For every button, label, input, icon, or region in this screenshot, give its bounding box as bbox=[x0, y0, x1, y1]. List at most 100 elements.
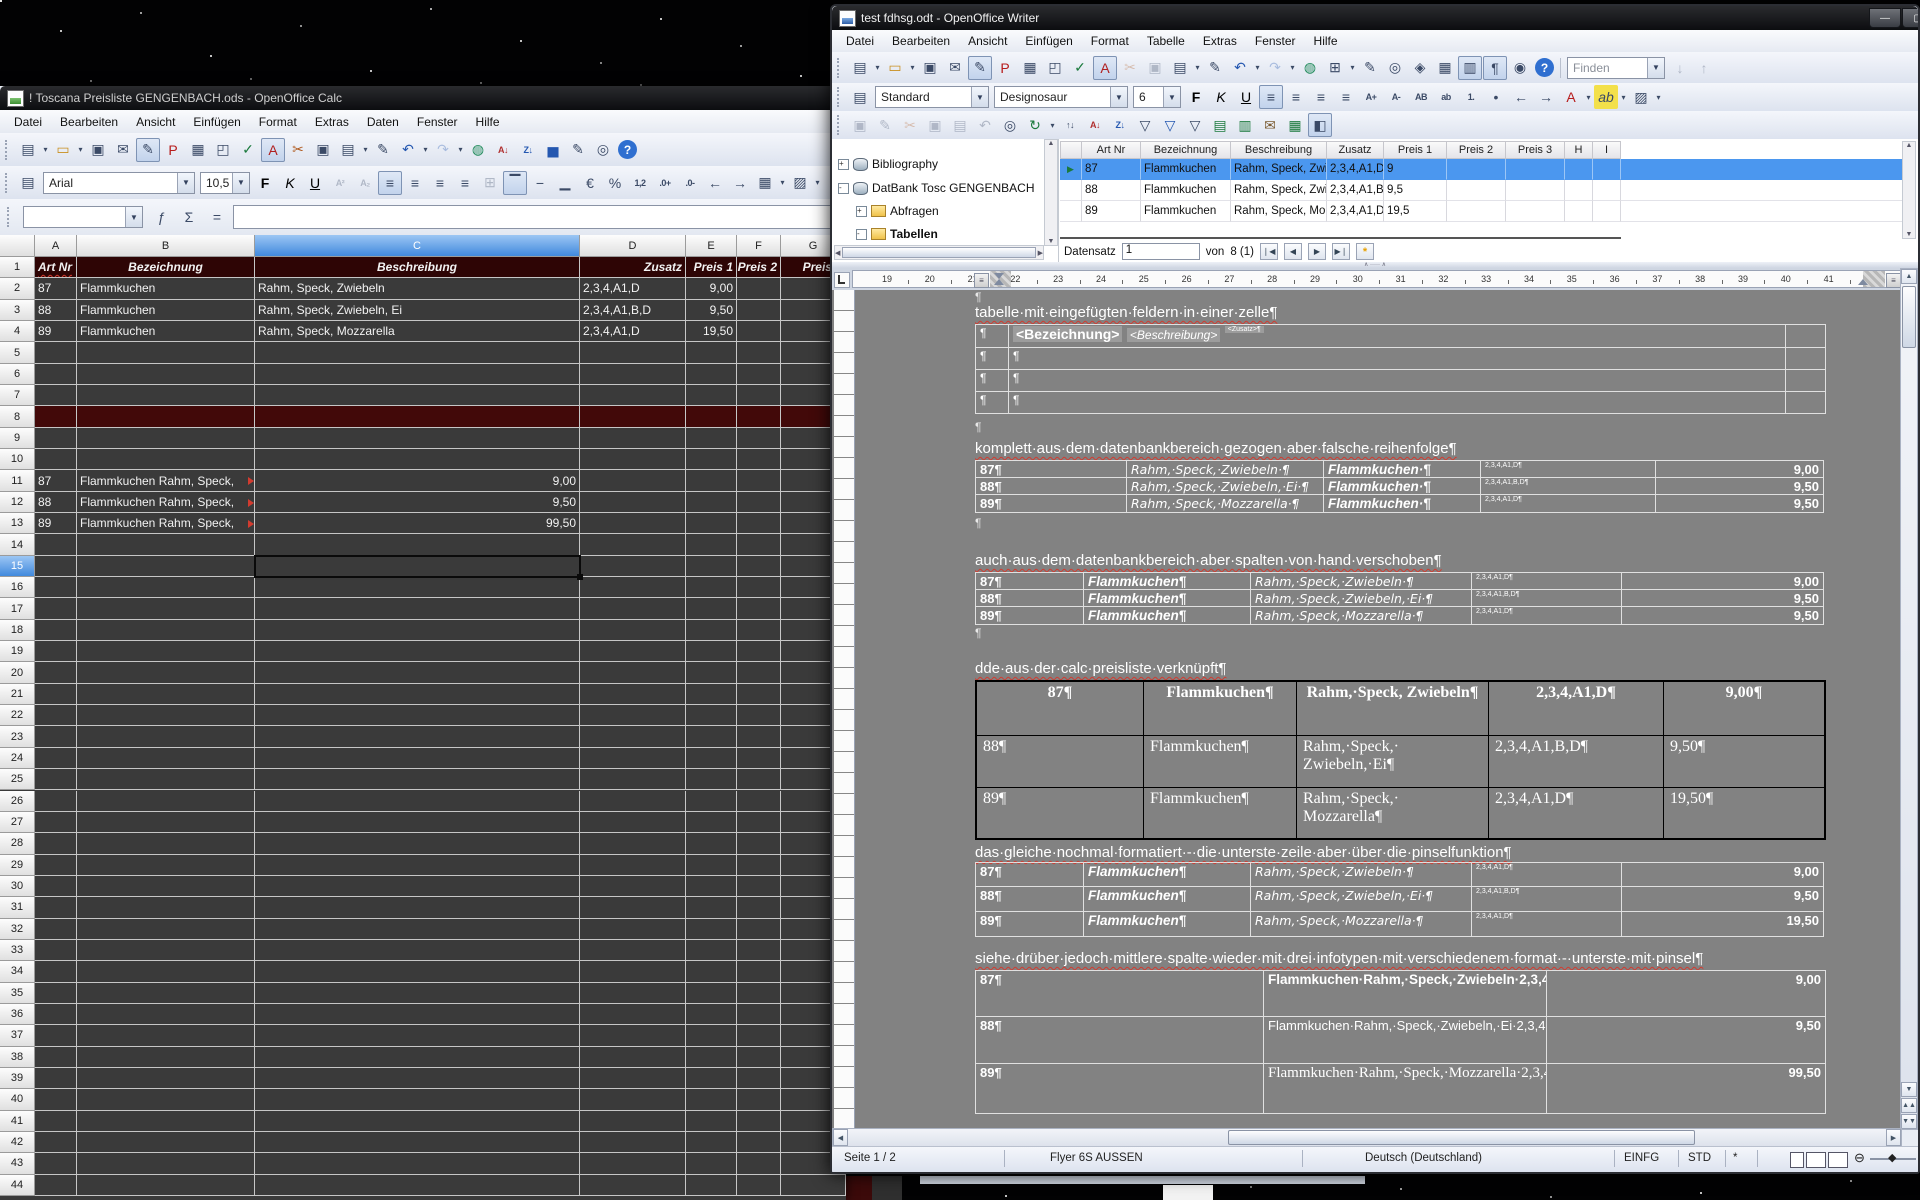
column-header-E[interactable]: E bbox=[686, 235, 737, 257]
grid-row-selector[interactable] bbox=[1060, 201, 1082, 222]
cell-D34[interactable] bbox=[580, 961, 686, 982]
table-cell[interactable]: 2,3,4,A1,B,D¶ bbox=[1481, 478, 1656, 496]
align-center-icon[interactable]: ≡ bbox=[403, 171, 427, 195]
cell-A10[interactable] bbox=[35, 449, 77, 470]
cell-D35[interactable] bbox=[580, 983, 686, 1004]
cell-A35[interactable] bbox=[35, 983, 77, 1004]
shrink-font-icon[interactable]: A- bbox=[1384, 85, 1408, 109]
cell-F7[interactable] bbox=[737, 385, 781, 406]
calc-titlebar[interactable]: ! Toscana Preisliste GENGENBACH.ods - Op… bbox=[0, 86, 846, 110]
cell-C39[interactable] bbox=[255, 1068, 580, 1089]
cell-B6[interactable] bbox=[77, 364, 255, 385]
table-cell[interactable]: 89¶ bbox=[975, 912, 1084, 937]
tree-item-bibliography[interactable]: +Bibliography bbox=[838, 155, 938, 173]
cell-F18[interactable] bbox=[737, 620, 781, 641]
cell-C40[interactable] bbox=[255, 1089, 580, 1110]
table-cell[interactable]: 88¶ bbox=[975, 590, 1084, 608]
cell-A18[interactable] bbox=[35, 620, 77, 641]
cell-E15[interactable] bbox=[686, 556, 737, 577]
new-dropdown-icon[interactable]: ▾ bbox=[41, 145, 50, 154]
collapse-icon[interactable]: - bbox=[838, 183, 849, 194]
chevron-down-icon[interactable]: ▼ bbox=[1647, 58, 1664, 78]
cell-B4[interactable]: Flammkuchen bbox=[77, 321, 255, 342]
cell-A12[interactable]: 88 bbox=[35, 492, 77, 513]
row-header-34[interactable]: 34 bbox=[0, 961, 35, 982]
gallery-icon[interactable]: ▦ bbox=[1433, 56, 1457, 80]
zoom-icon[interactable]: ◉ bbox=[1508, 56, 1532, 80]
cell-E19[interactable] bbox=[686, 641, 737, 662]
multi-page-view-icon[interactable] bbox=[1806, 1152, 1826, 1168]
table-cell[interactable]: 9,00 bbox=[1656, 460, 1824, 478]
background-color-icon[interactable]: ▨ bbox=[788, 171, 812, 195]
grid-cell[interactable]: 89 bbox=[1082, 201, 1141, 222]
cell-E25[interactable] bbox=[686, 769, 737, 790]
cell-C25[interactable] bbox=[255, 769, 580, 790]
explorer-on-off-icon[interactable]: ◧ bbox=[1308, 113, 1332, 137]
cell-C37[interactable] bbox=[255, 1025, 580, 1046]
field-zusatz[interactable]: <Zusatz>¶ bbox=[1225, 326, 1264, 333]
calc-menu-bearbeiten[interactable]: Bearbeiten bbox=[52, 113, 126, 131]
cell-D5[interactable] bbox=[580, 342, 686, 363]
highlighting-dropdown-icon[interactable]: ▾ bbox=[1619, 93, 1628, 102]
cell-D32[interactable] bbox=[580, 919, 686, 940]
row-header-37[interactable]: 37 bbox=[0, 1025, 35, 1046]
chevron-down-icon[interactable]: ▼ bbox=[971, 87, 988, 107]
first-record-button[interactable]: ❘◀ bbox=[1260, 243, 1278, 260]
cell-F10[interactable] bbox=[737, 449, 781, 470]
cell-C28[interactable] bbox=[255, 833, 580, 854]
cell-B41[interactable] bbox=[77, 1111, 255, 1132]
scroll-down-icon[interactable]: ▼ bbox=[1901, 1082, 1917, 1097]
spelling-icon[interactable]: ✓ bbox=[1068, 56, 1092, 80]
default-filter-icon[interactable]: ▽ bbox=[1133, 113, 1157, 137]
cell-B5[interactable] bbox=[77, 342, 255, 363]
new-icon[interactable]: ▤ bbox=[16, 138, 40, 162]
cell-F44[interactable] bbox=[737, 1175, 781, 1196]
cell-D16[interactable] bbox=[580, 577, 686, 598]
cell-D1[interactable]: Zusatz bbox=[580, 257, 686, 278]
cell-B11[interactable]: Flammkuchen Rahm, Speck, bbox=[77, 470, 255, 491]
cell-A32[interactable] bbox=[35, 919, 77, 940]
align-left-icon[interactable]: ≡ bbox=[378, 171, 402, 195]
table-cell[interactable]: 19,50¶ bbox=[1664, 788, 1826, 840]
cell-F23[interactable] bbox=[737, 726, 781, 747]
cell-E18[interactable] bbox=[686, 620, 737, 641]
grid-row-selector[interactable] bbox=[1060, 180, 1082, 201]
row-header-21[interactable]: 21 bbox=[0, 684, 35, 705]
cell-A6[interactable] bbox=[35, 364, 77, 385]
tree-item-abfragen[interactable]: +Abfragen bbox=[856, 202, 939, 220]
highlighting-icon[interactable]: ab bbox=[1594, 85, 1618, 109]
zoom-slider-thumb[interactable]: ◆ bbox=[1888, 1151, 1896, 1164]
undo-icon[interactable]: ↶ bbox=[396, 138, 420, 162]
cell-A28[interactable] bbox=[35, 833, 77, 854]
cell-D10[interactable] bbox=[580, 449, 686, 470]
table-cell[interactable]: 2,3,4,A1,D¶ bbox=[1472, 607, 1622, 625]
cell-A37[interactable] bbox=[35, 1025, 77, 1046]
grid-cell-empty[interactable] bbox=[1447, 180, 1506, 201]
cell-C4[interactable]: Rahm, Speck, Mozzarella bbox=[255, 321, 580, 342]
grid-row[interactable]: 88FlammkuchenRahm, Speck, Zwi2,3,4,A1,B,… bbox=[1060, 180, 1902, 201]
cell-F5[interactable] bbox=[737, 342, 781, 363]
grid-column-header-h[interactable]: H bbox=[1565, 141, 1593, 159]
cell-C13[interactable]: 99,50 bbox=[255, 513, 580, 534]
row-header-35[interactable]: 35 bbox=[0, 983, 35, 1004]
status-page[interactable]: Seite 1 / 2 bbox=[844, 1152, 896, 1164]
minimize-button[interactable]: — bbox=[1869, 8, 1901, 28]
valign-top-icon[interactable]: ▔ bbox=[503, 171, 527, 195]
current-document-data-source-icon[interactable]: ▦ bbox=[1283, 113, 1307, 137]
single-page-view-icon[interactable] bbox=[1790, 1152, 1804, 1168]
table-cell[interactable]: 9,50 bbox=[1656, 478, 1824, 496]
grid-cell-empty[interactable] bbox=[1593, 180, 1621, 201]
table-cell[interactable]: 88¶ bbox=[975, 1017, 1264, 1064]
cell-A2[interactable]: 87 bbox=[35, 278, 77, 299]
cell-F36[interactable] bbox=[737, 1004, 781, 1025]
cell-F40[interactable] bbox=[737, 1089, 781, 1110]
cell-F9[interactable] bbox=[737, 428, 781, 449]
cell-A14[interactable] bbox=[35, 534, 77, 555]
cell-D29[interactable] bbox=[580, 855, 686, 876]
grid-column-header-beschreibung[interactable]: Beschreibung bbox=[1231, 141, 1327, 159]
cell-C36[interactable] bbox=[255, 1004, 580, 1025]
cell-C44[interactable] bbox=[255, 1175, 580, 1196]
cell-A11[interactable]: 87 bbox=[35, 470, 77, 491]
doc-table-dde[interactable]: 87¶Flammkuchen¶Rahm,·Speck, Zwiebeln¶2,3… bbox=[975, 680, 1826, 840]
next-record-button[interactable]: ▶ bbox=[1308, 243, 1326, 260]
